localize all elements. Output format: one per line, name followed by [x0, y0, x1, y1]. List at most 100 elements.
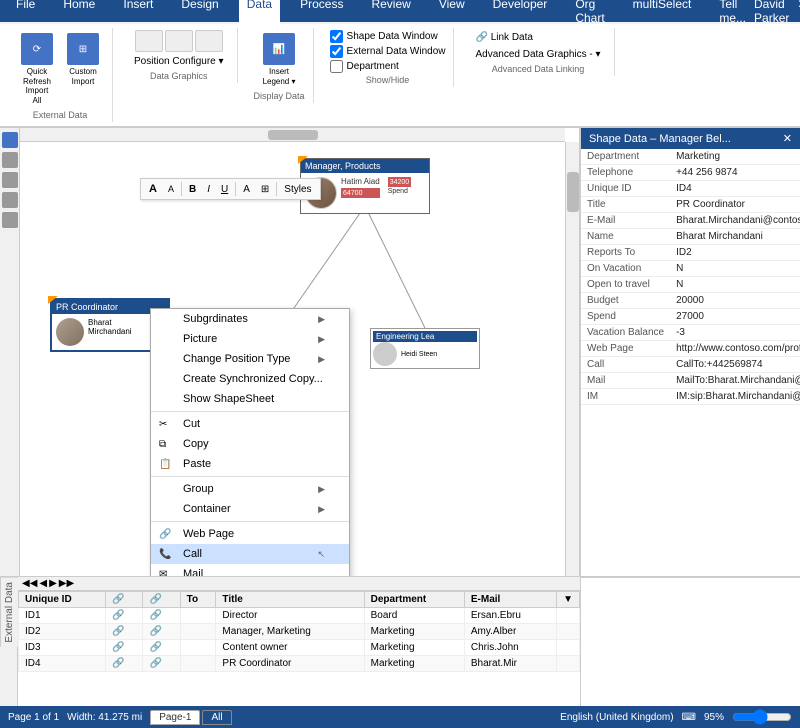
sidebar-icon-5[interactable] — [2, 212, 18, 228]
ribbon-group-external-data: ⟳ QuickRefreshImportAll ⊞ CustomImport E… — [8, 28, 113, 122]
shape-data-checkbox[interactable]: Shape Data Window — [330, 30, 446, 43]
styles-button[interactable]: Styles — [280, 182, 315, 197]
table-row[interactable]: ID3 🔗 🔗 Content owner Marketing Chris.Jo… — [19, 640, 580, 656]
menu-create-sync[interactable]: Create Synchronized Copy... — [151, 369, 349, 389]
copy-icon: ⧉ — [159, 439, 166, 450]
link2-cell: 🔗 — [143, 640, 180, 656]
nav-prev[interactable]: ◀ — [39, 578, 47, 589]
tab-process[interactable]: Process — [292, 0, 351, 27]
text-color-button[interactable]: A — [239, 182, 254, 197]
tab-view[interactable]: View — [431, 0, 473, 27]
italic-button[interactable]: I — [203, 182, 214, 197]
tab-org-chart[interactable]: Org Chart — [567, 0, 612, 27]
field-value: N — [670, 277, 800, 293]
tab-review[interactable]: Review — [363, 0, 418, 27]
scroll-thumb[interactable] — [567, 172, 579, 212]
data-graphic-fields-input[interactable] — [330, 60, 343, 73]
tab-file[interactable]: File — [8, 0, 43, 27]
field-name: Spend — [581, 309, 670, 325]
eng-lead-node[interactable]: Engineering Lea Heidi Steen — [370, 328, 480, 369]
tab-tell-me[interactable]: Tell me... — [711, 0, 754, 27]
tab-developer[interactable]: Developer — [485, 0, 556, 27]
table-row[interactable]: ID1 🔗 🔗 Director Board Ersan.Ebru — [19, 608, 580, 624]
node-title: Manager, Products — [305, 161, 381, 171]
nav-left[interactable]: ◀◀ — [22, 578, 37, 589]
position-configure-button[interactable]: Position Configure ▾ — [129, 54, 229, 69]
status-left: Page 1 of 1 Width: 41.275 mi Page-1 All — [8, 710, 232, 725]
field-value: N — [670, 261, 800, 277]
insert-legend-icon: 📊 — [263, 33, 295, 65]
change-position-arrow: ▶ — [318, 354, 325, 365]
paste-icon: 📋 — [159, 459, 171, 470]
shape-data-input[interactable] — [330, 30, 343, 43]
title-cell: Content owner — [216, 640, 364, 656]
title-cell: Director — [216, 608, 364, 624]
vertical-scrollbar[interactable] — [565, 142, 579, 576]
tab-multiselect[interactable]: multiSelect — [625, 0, 700, 27]
row-spacer — [557, 608, 580, 624]
menu-call[interactable]: 📞 Call ↖ — [151, 544, 349, 564]
custom-import-button[interactable]: ⊞ CustomImport — [62, 30, 104, 108]
sidebar-icon-4[interactable] — [2, 192, 18, 208]
sidebar-icon-3[interactable] — [2, 172, 18, 188]
page-tab-all[interactable]: All — [202, 710, 231, 725]
menu-subordinates[interactable]: Subgrdinates ▶ — [151, 309, 349, 329]
menu-web-page[interactable]: 🔗 Web Page — [151, 524, 349, 544]
table-row[interactable]: ID2 🔗 🔗 Manager, Marketing Marketing Amy… — [19, 624, 580, 640]
menu-container[interactable]: Container ▶ — [151, 499, 349, 519]
title-bar: File Home Insert Design Data Process Rev… — [0, 0, 800, 22]
zoom-slider[interactable] — [732, 711, 792, 723]
eng-title: Engineering Lea — [373, 331, 477, 342]
row-spacer — [557, 656, 580, 672]
advanced-data-graphics-button[interactable]: Advanced Data Graphics - ▾ — [470, 47, 605, 62]
page-tab-1[interactable]: Page-1 — [150, 710, 200, 725]
font-size-down[interactable]: A — [164, 182, 178, 196]
panel-row: Vacation Balance-3 — [581, 325, 800, 341]
more-formats[interactable]: ⊞ — [257, 182, 273, 197]
external-data-checkbox[interactable]: External Data Window — [330, 45, 446, 58]
display-data-label: Display Data — [254, 89, 305, 101]
page-number: Page 1 of 1 — [8, 712, 59, 723]
panel-row: Telephone+44 256 9874 — [581, 165, 800, 181]
external-data-window-label: External Data Window — [347, 46, 446, 57]
sidebar-icon-1[interactable] — [2, 132, 18, 148]
panel-close-button[interactable]: ✕ — [783, 132, 792, 145]
insert-legend-button[interactable]: 📊 InsertLegend ▾ — [254, 30, 305, 89]
input-indicator: ⌨ — [682, 712, 696, 723]
menu-group[interactable]: Group ▶ — [151, 479, 349, 499]
panel-header: Shape Data – Manager Bel... ✕ — [581, 128, 800, 149]
menu-mail[interactable]: ✉ Mail — [151, 564, 349, 576]
node-name: Hatim Aiad — [341, 177, 380, 186]
menu-cut[interactable]: ✂ Cut — [151, 414, 349, 434]
panel-row: Reports ToID2 — [581, 245, 800, 261]
tab-home[interactable]: Home — [55, 0, 103, 27]
underline-button[interactable]: U — [217, 182, 232, 197]
link-data-button[interactable]: 🔗 Link Data — [470, 30, 605, 45]
menu-copy[interactable]: ⧉ Copy — [151, 434, 349, 454]
tab-design[interactable]: Design — [173, 0, 226, 27]
table-row[interactable]: ID4 🔗 🔗 PR Coordinator Marketing Bharat.… — [19, 656, 580, 672]
font-size-up[interactable]: A — [145, 181, 161, 197]
menu-show-shapesheet[interactable]: Show ShapeSheet — [151, 389, 349, 409]
nav-next[interactable]: ▶ — [49, 578, 57, 589]
field-value: +44 256 9874 — [670, 165, 800, 181]
menu-picture[interactable]: Picture ▶ — [151, 329, 349, 349]
sidebar-icon-2[interactable] — [2, 152, 18, 168]
link1-cell: 🔗 — [106, 624, 143, 640]
link1-cell: 🔗 — [106, 608, 143, 624]
menu-change-position[interactable]: Change Position Type ▶ — [151, 349, 349, 369]
field-name: Telephone — [581, 165, 670, 181]
link2-cell: 🔗 — [143, 608, 180, 624]
data-graphic-fields-checkbox[interactable]: Department — [330, 60, 446, 73]
spend-label: Spend — [388, 188, 411, 195]
field-name: Title — [581, 197, 670, 213]
tab-insert[interactable]: Insert — [115, 0, 161, 27]
field-name: Budget — [581, 293, 670, 309]
tab-data[interactable]: Data — [239, 0, 280, 27]
menu-paste[interactable]: 📋 Paste — [151, 454, 349, 474]
nav-right[interactable]: ▶▶ — [59, 578, 74, 589]
quick-refresh-import-button[interactable]: ⟳ QuickRefreshImportAll — [16, 30, 58, 108]
external-data-input[interactable] — [330, 45, 343, 58]
bold-button[interactable]: B — [185, 182, 200, 197]
title-bar-tabs: File Home Insert Design Data Process Rev… — [8, 0, 754, 27]
